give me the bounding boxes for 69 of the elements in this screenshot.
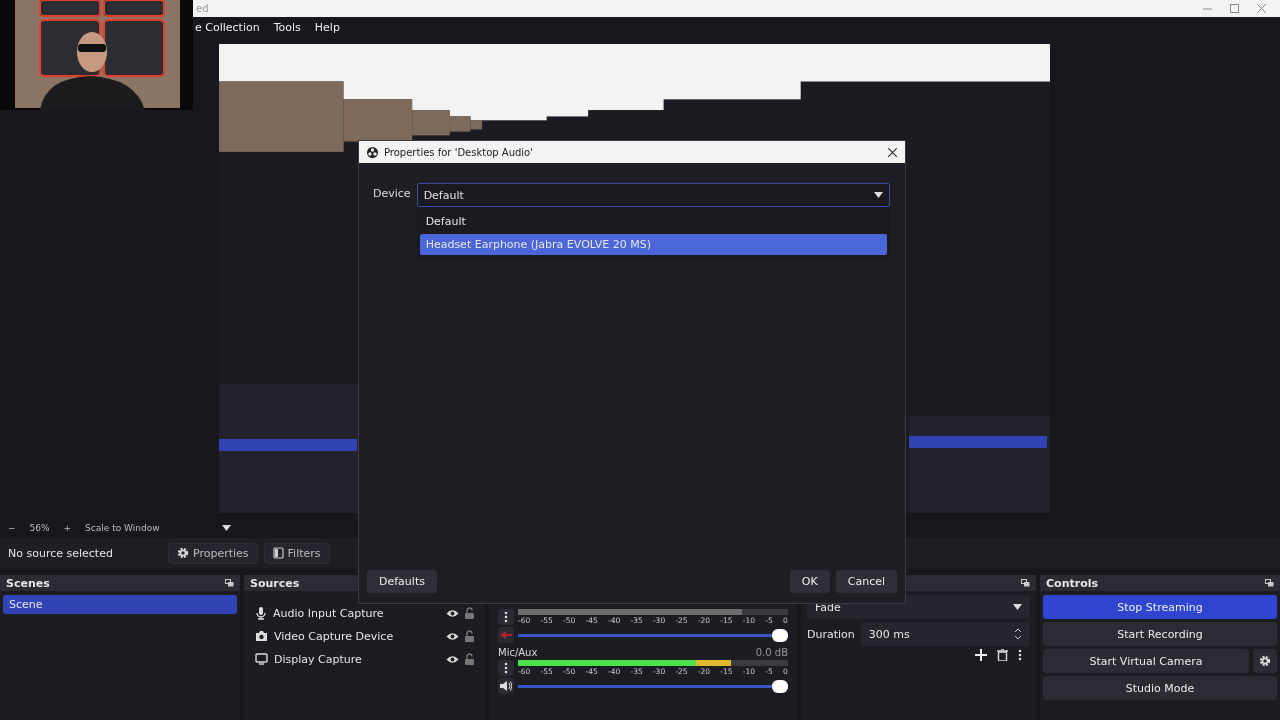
source-status: No source selected [8, 546, 114, 560]
toolbar-button[interactable]: Properties [168, 542, 258, 564]
undock-icon [1021, 579, 1030, 587]
lock-icon [465, 630, 474, 642]
duration-label: Duration [807, 627, 855, 641]
microphone-icon [255, 606, 267, 620]
settings-icon [177, 547, 189, 559]
scale-mode-label[interactable]: Scale to Window [85, 523, 160, 533]
caret-icon [221, 525, 231, 531]
control-button[interactable]: Stop Streaming [1043, 595, 1277, 619]
spinner-arrows-icon [1014, 628, 1022, 640]
toolbar-button[interactable]: Filters [263, 542, 330, 564]
add-icon [975, 649, 987, 661]
virtual-camera-settings-button[interactable] [1253, 649, 1277, 673]
dock-title: Sources [250, 576, 300, 590]
dropdown-option[interactable]: Headset Earphone (Jabra EVOLVE 20 MS) [419, 234, 887, 255]
zoom-out-button[interactable]: − [8, 523, 16, 533]
dropdown-option[interactable]: Default [419, 211, 887, 232]
duration-field[interactable]: 300 ms [860, 622, 1030, 646]
undock-icon [225, 579, 234, 587]
app-logo-icon [367, 146, 378, 158]
dots-icon [504, 662, 508, 674]
close-icon [1257, 4, 1266, 13]
trash-icon [997, 649, 1008, 661]
speaker-icon [500, 681, 512, 691]
channel-reading: 0.0 dB [755, 647, 788, 658]
menu-item[interactable]: Help [314, 21, 340, 34]
control-button[interactable]: Studio Mode [1043, 676, 1277, 700]
camera-icon [255, 630, 268, 642]
volume-slider[interactable] [518, 678, 788, 694]
device-dropdown[interactable]: Default [416, 183, 890, 207]
lock-icon [465, 653, 474, 665]
undock-icon [1265, 579, 1274, 587]
lock-icon [465, 607, 474, 619]
dots-icon [1018, 649, 1022, 661]
menu-item[interactable]: Tools [273, 21, 301, 34]
window-title: ed [196, 3, 209, 14]
channel-menu-button[interactable] [498, 609, 514, 625]
eye-icon [446, 608, 459, 618]
source-item[interactable]: Display Capture [274, 652, 440, 666]
dock-title: Scenes [6, 576, 51, 590]
channel-menu-button[interactable] [498, 660, 514, 676]
monitor-icon [255, 653, 268, 665]
menu-item[interactable]: e Collection [195, 21, 260, 34]
caret-icon [874, 192, 883, 198]
dots-icon [504, 611, 508, 623]
dialog-button[interactable]: Defaults [367, 570, 437, 593]
eye-icon [446, 654, 459, 664]
close-icon [888, 147, 897, 157]
control-button[interactable]: Start Virtual Camera [1043, 649, 1249, 673]
dialog-button[interactable]: OK [789, 570, 830, 593]
dock-title: Controls [1046, 576, 1100, 590]
source-item[interactable]: Video Capture Device [274, 629, 440, 643]
control-button[interactable]: Start Recording [1043, 622, 1277, 646]
mute-button[interactable] [498, 678, 514, 694]
device-label: Device [373, 186, 411, 200]
maximize-icon [1230, 4, 1239, 13]
dialog-title: Properties for 'Desktop Audio' [384, 146, 534, 158]
filter-icon [272, 547, 284, 559]
eye-icon [446, 631, 459, 641]
dialog-button[interactable]: Cancel [835, 570, 897, 593]
zoom-level: 56% [29, 523, 50, 533]
zoom-in-button[interactable]: + [63, 523, 72, 533]
volume-slider[interactable] [518, 627, 788, 643]
scene-item[interactable]: Scene [3, 595, 237, 614]
channel-name: Mic/Aux [498, 647, 538, 658]
caret-icon [1013, 604, 1022, 610]
settings-icon [1259, 655, 1271, 667]
source-item[interactable]: Audio Input Capture [273, 606, 440, 620]
